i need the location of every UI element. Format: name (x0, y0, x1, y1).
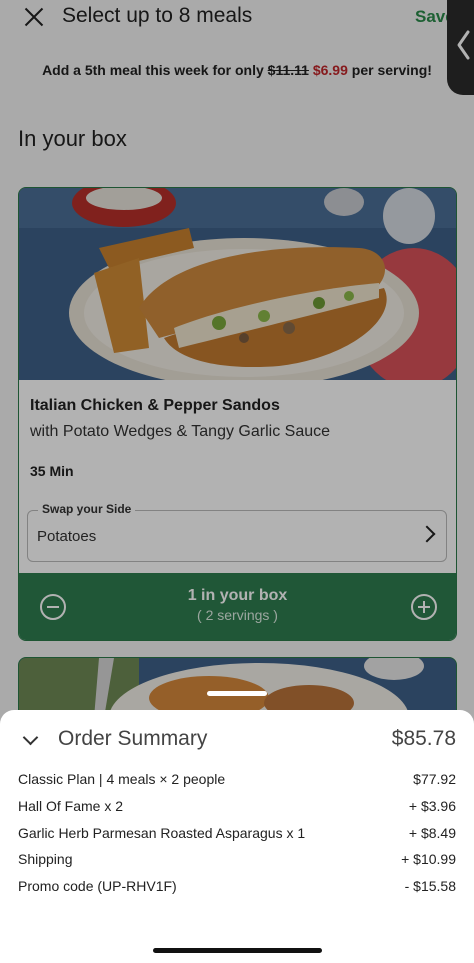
summary-line: Classic Plan | 4 meals × 2 people $77.92 (18, 771, 456, 791)
order-summary-sheet: Order Summary $85.78 Classic Plan | 4 me… (0, 710, 474, 963)
summary-line-label: Shipping (18, 851, 73, 867)
sheet-drag-handle[interactable] (207, 691, 267, 696)
summary-line-amount: - $15.58 (404, 878, 456, 894)
summary-line-amount: $77.92 (413, 771, 456, 787)
summary-line-label: Hall Of Fame x 2 (18, 798, 124, 814)
summary-line-amount: + $10.99 (401, 851, 456, 867)
summary-line-label: Promo code (UP-RHV1F) (18, 878, 177, 894)
order-summary-title[interactable]: Order Summary (58, 727, 207, 751)
summary-line: Promo code (UP-RHV1F) - $15.58 (18, 878, 456, 898)
chevron-down-icon[interactable] (22, 729, 39, 746)
order-total: $85.78 (391, 727, 456, 750)
summary-line-amount: + $8.49 (408, 825, 456, 841)
home-indicator[interactable] (153, 948, 322, 953)
summary-line: Shipping + $10.99 (18, 851, 456, 871)
summary-line: Hall Of Fame x 2 + $3.96 (18, 798, 456, 818)
summary-line: Garlic Herb Parmesan Roasted Asparagus x… (18, 825, 456, 845)
summary-line-label: Garlic Herb Parmesan Roasted Asparagus x… (18, 825, 306, 841)
summary-line-amount: + $3.96 (408, 798, 456, 814)
summary-line-label: Classic Plan | 4 meals × 2 people (18, 771, 226, 787)
